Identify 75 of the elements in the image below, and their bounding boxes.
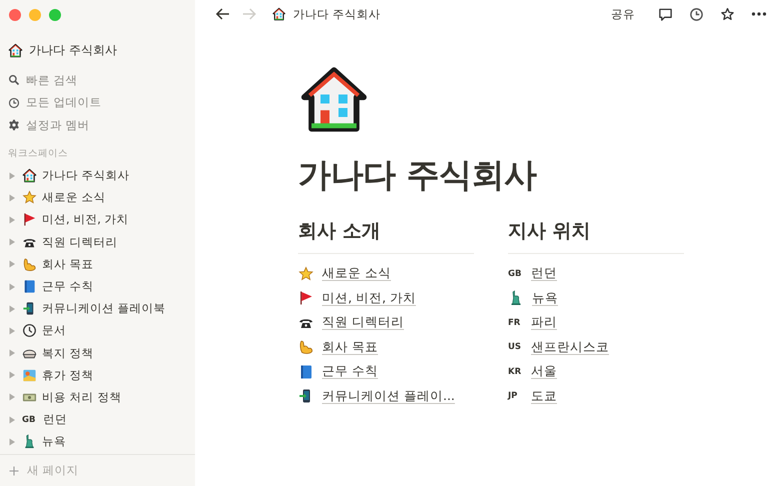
house-icon (272, 7, 286, 21)
caret-icon[interactable] (8, 238, 16, 246)
page-link[interactable]: 런던 (531, 265, 557, 282)
page-title: 가나다 주식회사 (298, 155, 538, 195)
plus-icon (8, 464, 20, 476)
page-link[interactable]: 서울 (531, 363, 557, 380)
country-code: JP (508, 391, 518, 402)
sidebar-item[interactable]: 미션, 비전, 가치 (8, 208, 195, 232)
column-heading: 회사 소개 (298, 218, 382, 244)
country-code: KR (508, 366, 522, 377)
column-heading: 지사 위치 (508, 218, 592, 244)
caret-icon[interactable] (8, 194, 16, 202)
breadcrumb[interactable]: 가나다 주식회사 (269, 6, 381, 22)
star-icon (298, 266, 314, 282)
caret-icon[interactable] (8, 216, 16, 224)
country-code: GB (508, 268, 522, 279)
caret-icon[interactable] (8, 371, 16, 380)
sidebar-item[interactable]: 복지 정책 (8, 342, 195, 364)
back-arrow-icon[interactable] (215, 6, 231, 22)
clock-icon (22, 323, 37, 338)
picture-icon (22, 368, 37, 383)
country-code: US (508, 342, 522, 352)
page-link[interactable]: 파리 (531, 314, 557, 332)
caret-icon[interactable] (8, 172, 16, 180)
arm-icon (22, 256, 37, 272)
book-icon (22, 279, 37, 294)
page-link[interactable]: 뉴욕 (532, 290, 558, 307)
caret-icon[interactable] (8, 304, 16, 313)
page-link[interactable]: 커뮤니케이션 플레이... (322, 388, 455, 405)
star-icon (22, 190, 37, 206)
flag-icon (298, 290, 314, 306)
sidebar-item[interactable]: GB 런던 (8, 408, 195, 431)
country-code: FR (508, 318, 522, 328)
page-link[interactable]: 샌프란시스코 (531, 338, 609, 356)
page-link[interactable]: 미션, 비전, 가치 (322, 290, 416, 307)
star-icon[interactable] (720, 6, 735, 22)
sidebar-item[interactable]: 커뮤니케이션 플레이북 (8, 298, 195, 320)
share-button[interactable]: 공유 (611, 6, 635, 22)
sidebar-item[interactable]: 비용 처리 정책 (8, 386, 195, 409)
page-link[interactable]: 회사 목표 (322, 338, 378, 356)
page-link[interactable]: 새로운 소식 (322, 265, 391, 282)
caret-icon[interactable] (8, 349, 16, 358)
sidebar-item[interactable]: 회사 목표 (8, 253, 195, 276)
minimize-button[interactable] (29, 9, 41, 21)
caret-icon[interactable] (8, 326, 16, 335)
caret-icon[interactable] (8, 260, 16, 268)
sidebar-item[interactable]: 근무 수칙 (8, 275, 195, 298)
page-link[interactable]: 근무 수칙 (322, 363, 378, 380)
caret-icon[interactable] (8, 393, 16, 402)
caret-icon[interactable] (8, 282, 16, 291)
search-icon (8, 74, 20, 86)
sidebar-item[interactable]: 새로운 소식 (8, 186, 195, 209)
sidebar-item[interactable]: 직원 디렉터리 (8, 231, 195, 254)
section-label: 워크스페이스 (8, 146, 69, 160)
house-icon (22, 168, 37, 184)
book-icon (298, 364, 314, 380)
gear-icon (8, 119, 20, 132)
sidebar-item[interactable]: 휴가 정책 (8, 364, 195, 386)
comment-icon[interactable] (658, 6, 673, 22)
arm-icon (298, 339, 314, 356)
caret-icon[interactable] (8, 438, 16, 446)
caret-icon[interactable] (8, 416, 16, 424)
workspace-switcher[interactable]: 가나다 주식회사 (8, 40, 195, 60)
page-link[interactable]: 직원 디렉터리 (322, 314, 404, 332)
clock-icon[interactable] (689, 6, 704, 22)
sidebar-item[interactable]: 문서 (8, 320, 195, 342)
flag-icon (22, 212, 37, 228)
sidebar-item[interactable]: 가나다 주식회사 (8, 164, 195, 187)
maximize-button[interactable] (49, 9, 61, 21)
clock-icon (8, 96, 20, 109)
close-button[interactable] (9, 9, 21, 21)
house-icon (8, 42, 23, 58)
country-code: GB (22, 414, 36, 425)
page-link[interactable]: 도쿄 (531, 388, 557, 405)
sidebar-item[interactable]: 뉴욕 (8, 430, 195, 453)
